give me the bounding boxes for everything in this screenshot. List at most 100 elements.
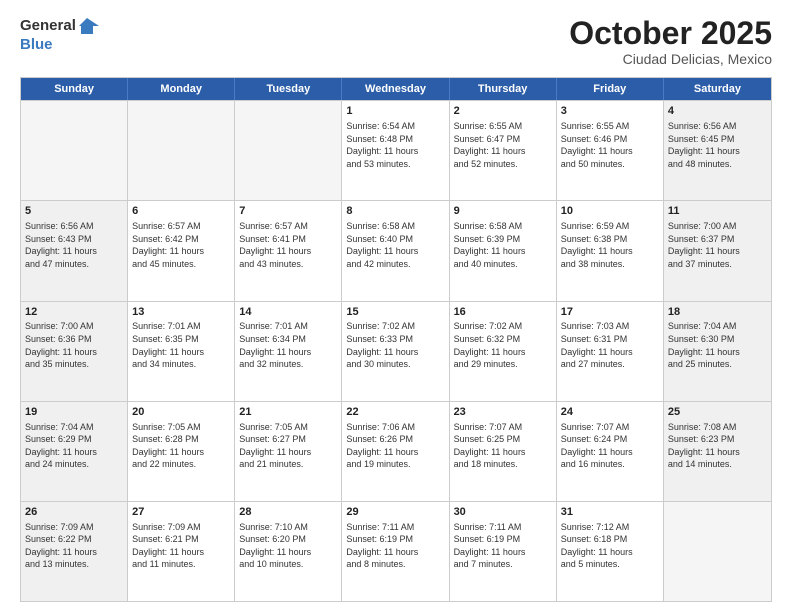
day-number: 27 — [132, 505, 230, 520]
day-info: Sunrise: 7:08 AM Sunset: 6:23 PM Dayligh… — [668, 422, 740, 470]
day-number: 24 — [561, 405, 659, 420]
calendar-body: 1 Sunrise: 6:54 AM Sunset: 6:48 PM Daylig… — [21, 100, 771, 601]
day-cell: 21 Sunrise: 7:05 AM Sunset: 6:27 PM Dayli… — [235, 402, 342, 501]
day-cell: 12Sunrise: 7:00 AM Sunset: 6:36 PM Dayli… — [21, 302, 128, 401]
day-info: Sunrise: 7:04 AM Sunset: 6:29 PM Dayligh… — [25, 422, 97, 470]
day-info: Sunrise: 7:01 AM Sunset: 6:34 PM Dayligh… — [239, 321, 311, 369]
day-number: 13 — [132, 305, 230, 320]
day-info: Sunrise: 6:56 AM Sunset: 6:45 PM Dayligh… — [668, 121, 740, 169]
day-cell: 15Sunrise: 7:02 AM Sunset: 6:33 PM Dayli… — [342, 302, 449, 401]
day-cell: 9Sunrise: 6:58 AM Sunset: 6:39 PM Daylig… — [450, 201, 557, 300]
day-info: Sunrise: 6:56 AM Sunset: 6:43 PM Dayligh… — [25, 221, 97, 269]
day-number: 14 — [239, 305, 337, 320]
day-cell: 11 Sunrise: 7:00 AM Sunset: 6:37 PM Dayli… — [664, 201, 771, 300]
day-cell: 14Sunrise: 7:01 AM Sunset: 6:34 PM Dayli… — [235, 302, 342, 401]
subtitle: Ciudad Delicias, Mexico — [569, 51, 772, 67]
day-info: Sunrise: 6:55 AM Sunset: 6:47 PM Dayligh… — [454, 121, 526, 169]
day-number: 2 — [454, 104, 552, 119]
day-info: Sunrise: 6:58 AM Sunset: 6:40 PM Dayligh… — [346, 221, 418, 269]
day-cell: 30Sunrise: 7:11 AM Sunset: 6:19 PM Dayli… — [450, 502, 557, 601]
day-info: Sunrise: 7:00 AM Sunset: 6:37 PM Dayligh… — [668, 221, 740, 269]
day-cell: 4Sunrise: 6:56 AM Sunset: 6:45 PM Daylig… — [664, 101, 771, 200]
weekday-header: Sunday — [21, 78, 128, 100]
day-info: Sunrise: 7:02 AM Sunset: 6:32 PM Dayligh… — [454, 321, 526, 369]
day-number: 5 — [25, 204, 123, 219]
day-cell: 3 Sunrise: 6:55 AM Sunset: 6:46 PM Daylig… — [557, 101, 664, 200]
day-info: Sunrise: 7:02 AM Sunset: 6:33 PM Dayligh… — [346, 321, 418, 369]
empty-cell — [128, 101, 235, 200]
day-info: Sunrise: 7:09 AM Sunset: 6:22 PM Dayligh… — [25, 522, 97, 570]
calendar-row: 1 Sunrise: 6:54 AM Sunset: 6:48 PM Daylig… — [21, 100, 771, 200]
day-number: 17 — [561, 305, 659, 320]
day-info: Sunrise: 6:54 AM Sunset: 6:48 PM Dayligh… — [346, 121, 418, 169]
day-cell: 1 Sunrise: 6:54 AM Sunset: 6:48 PM Daylig… — [342, 101, 449, 200]
day-number: 26 — [25, 505, 123, 520]
calendar-row: 12Sunrise: 7:00 AM Sunset: 6:36 PM Dayli… — [21, 301, 771, 401]
day-info: Sunrise: 7:07 AM Sunset: 6:24 PM Dayligh… — [561, 422, 633, 470]
day-number: 29 — [346, 505, 444, 520]
weekday-header: Thursday — [450, 78, 557, 100]
day-cell: 17Sunrise: 7:03 AM Sunset: 6:31 PM Dayli… — [557, 302, 664, 401]
day-info: Sunrise: 6:57 AM Sunset: 6:42 PM Dayligh… — [132, 221, 204, 269]
day-cell: 25 Sunrise: 7:08 AM Sunset: 6:23 PM Dayli… — [664, 402, 771, 501]
day-number: 9 — [454, 204, 552, 219]
day-info: Sunrise: 7:10 AM Sunset: 6:20 PM Dayligh… — [239, 522, 311, 570]
day-cell: 18Sunrise: 7:04 AM Sunset: 6:30 PM Dayli… — [664, 302, 771, 401]
day-cell: 22Sunrise: 7:06 AM Sunset: 6:26 PM Dayli… — [342, 402, 449, 501]
weekday-header: Monday — [128, 78, 235, 100]
day-cell: 19Sunrise: 7:04 AM Sunset: 6:29 PM Dayli… — [21, 402, 128, 501]
day-cell: 24 Sunrise: 7:07 AM Sunset: 6:24 PM Dayli… — [557, 402, 664, 501]
day-cell: 23Sunrise: 7:07 AM Sunset: 6:25 PM Dayli… — [450, 402, 557, 501]
day-number: 25 — [668, 405, 767, 420]
day-number: 1 — [346, 104, 444, 119]
day-info: Sunrise: 7:11 AM Sunset: 6:19 PM Dayligh… — [346, 522, 418, 570]
day-info: Sunrise: 7:09 AM Sunset: 6:21 PM Dayligh… — [132, 522, 204, 570]
day-number: 21 — [239, 405, 337, 420]
day-cell: 20Sunrise: 7:05 AM Sunset: 6:28 PM Dayli… — [128, 402, 235, 501]
day-number: 30 — [454, 505, 552, 520]
day-info: Sunrise: 6:57 AM Sunset: 6:41 PM Dayligh… — [239, 221, 311, 269]
logo: General Blue — [20, 16, 99, 53]
calendar-row: 19Sunrise: 7:04 AM Sunset: 6:29 PM Dayli… — [21, 401, 771, 501]
day-cell: 5 Sunrise: 6:56 AM Sunset: 6:43 PM Daylig… — [21, 201, 128, 300]
day-number: 15 — [346, 305, 444, 320]
day-cell: 8 Sunrise: 6:58 AM Sunset: 6:40 PM Daylig… — [342, 201, 449, 300]
day-info: Sunrise: 7:05 AM Sunset: 6:27 PM Dayligh… — [239, 422, 311, 470]
day-number: 28 — [239, 505, 337, 520]
day-cell: 29 Sunrise: 7:11 AM Sunset: 6:19 PM Dayli… — [342, 502, 449, 601]
day-info: Sunrise: 7:07 AM Sunset: 6:25 PM Dayligh… — [454, 422, 526, 470]
empty-cell — [235, 101, 342, 200]
day-cell: 16Sunrise: 7:02 AM Sunset: 6:32 PM Dayli… — [450, 302, 557, 401]
header: General Blue October 2025 Ciudad Delicia… — [20, 16, 772, 67]
day-info: Sunrise: 7:00 AM Sunset: 6:36 PM Dayligh… — [25, 321, 97, 369]
day-number: 31 — [561, 505, 659, 520]
day-number: 16 — [454, 305, 552, 320]
day-number: 8 — [346, 204, 444, 219]
weekday-header: Friday — [557, 78, 664, 100]
title-block: October 2025 Ciudad Delicias, Mexico — [569, 16, 772, 67]
day-cell: 27 Sunrise: 7:09 AM Sunset: 6:21 PM Dayli… — [128, 502, 235, 601]
day-info: Sunrise: 7:01 AM Sunset: 6:35 PM Dayligh… — [132, 321, 204, 369]
day-number: 6 — [132, 204, 230, 219]
day-cell: 31Sunrise: 7:12 AM Sunset: 6:18 PM Dayli… — [557, 502, 664, 601]
day-info: Sunrise: 7:04 AM Sunset: 6:30 PM Dayligh… — [668, 321, 740, 369]
empty-cell — [21, 101, 128, 200]
day-number: 18 — [668, 305, 767, 320]
calendar-row: 26 Sunrise: 7:09 AM Sunset: 6:22 PM Dayli… — [21, 501, 771, 601]
day-number: 11 — [668, 204, 767, 219]
weekday-header: Saturday — [664, 78, 771, 100]
day-number: 22 — [346, 405, 444, 420]
calendar-page: General Blue October 2025 Ciudad Delicia… — [0, 0, 792, 612]
day-info: Sunrise: 7:05 AM Sunset: 6:28 PM Dayligh… — [132, 422, 204, 470]
day-number: 3 — [561, 104, 659, 119]
empty-cell — [664, 502, 771, 601]
day-info: Sunrise: 6:55 AM Sunset: 6:46 PM Dayligh… — [561, 121, 633, 169]
day-number: 12 — [25, 305, 123, 320]
month-title: October 2025 — [569, 16, 772, 51]
day-cell: 2 Sunrise: 6:55 AM Sunset: 6:47 PM Daylig… — [450, 101, 557, 200]
day-cell: 7Sunrise: 6:57 AM Sunset: 6:41 PM Daylig… — [235, 201, 342, 300]
day-cell: 10Sunrise: 6:59 AM Sunset: 6:38 PM Dayli… — [557, 201, 664, 300]
day-info: Sunrise: 7:03 AM Sunset: 6:31 PM Dayligh… — [561, 321, 633, 369]
day-cell: 26 Sunrise: 7:09 AM Sunset: 6:22 PM Dayli… — [21, 502, 128, 601]
day-cell: 28 Sunrise: 7:10 AM Sunset: 6:20 PM Dayli… — [235, 502, 342, 601]
